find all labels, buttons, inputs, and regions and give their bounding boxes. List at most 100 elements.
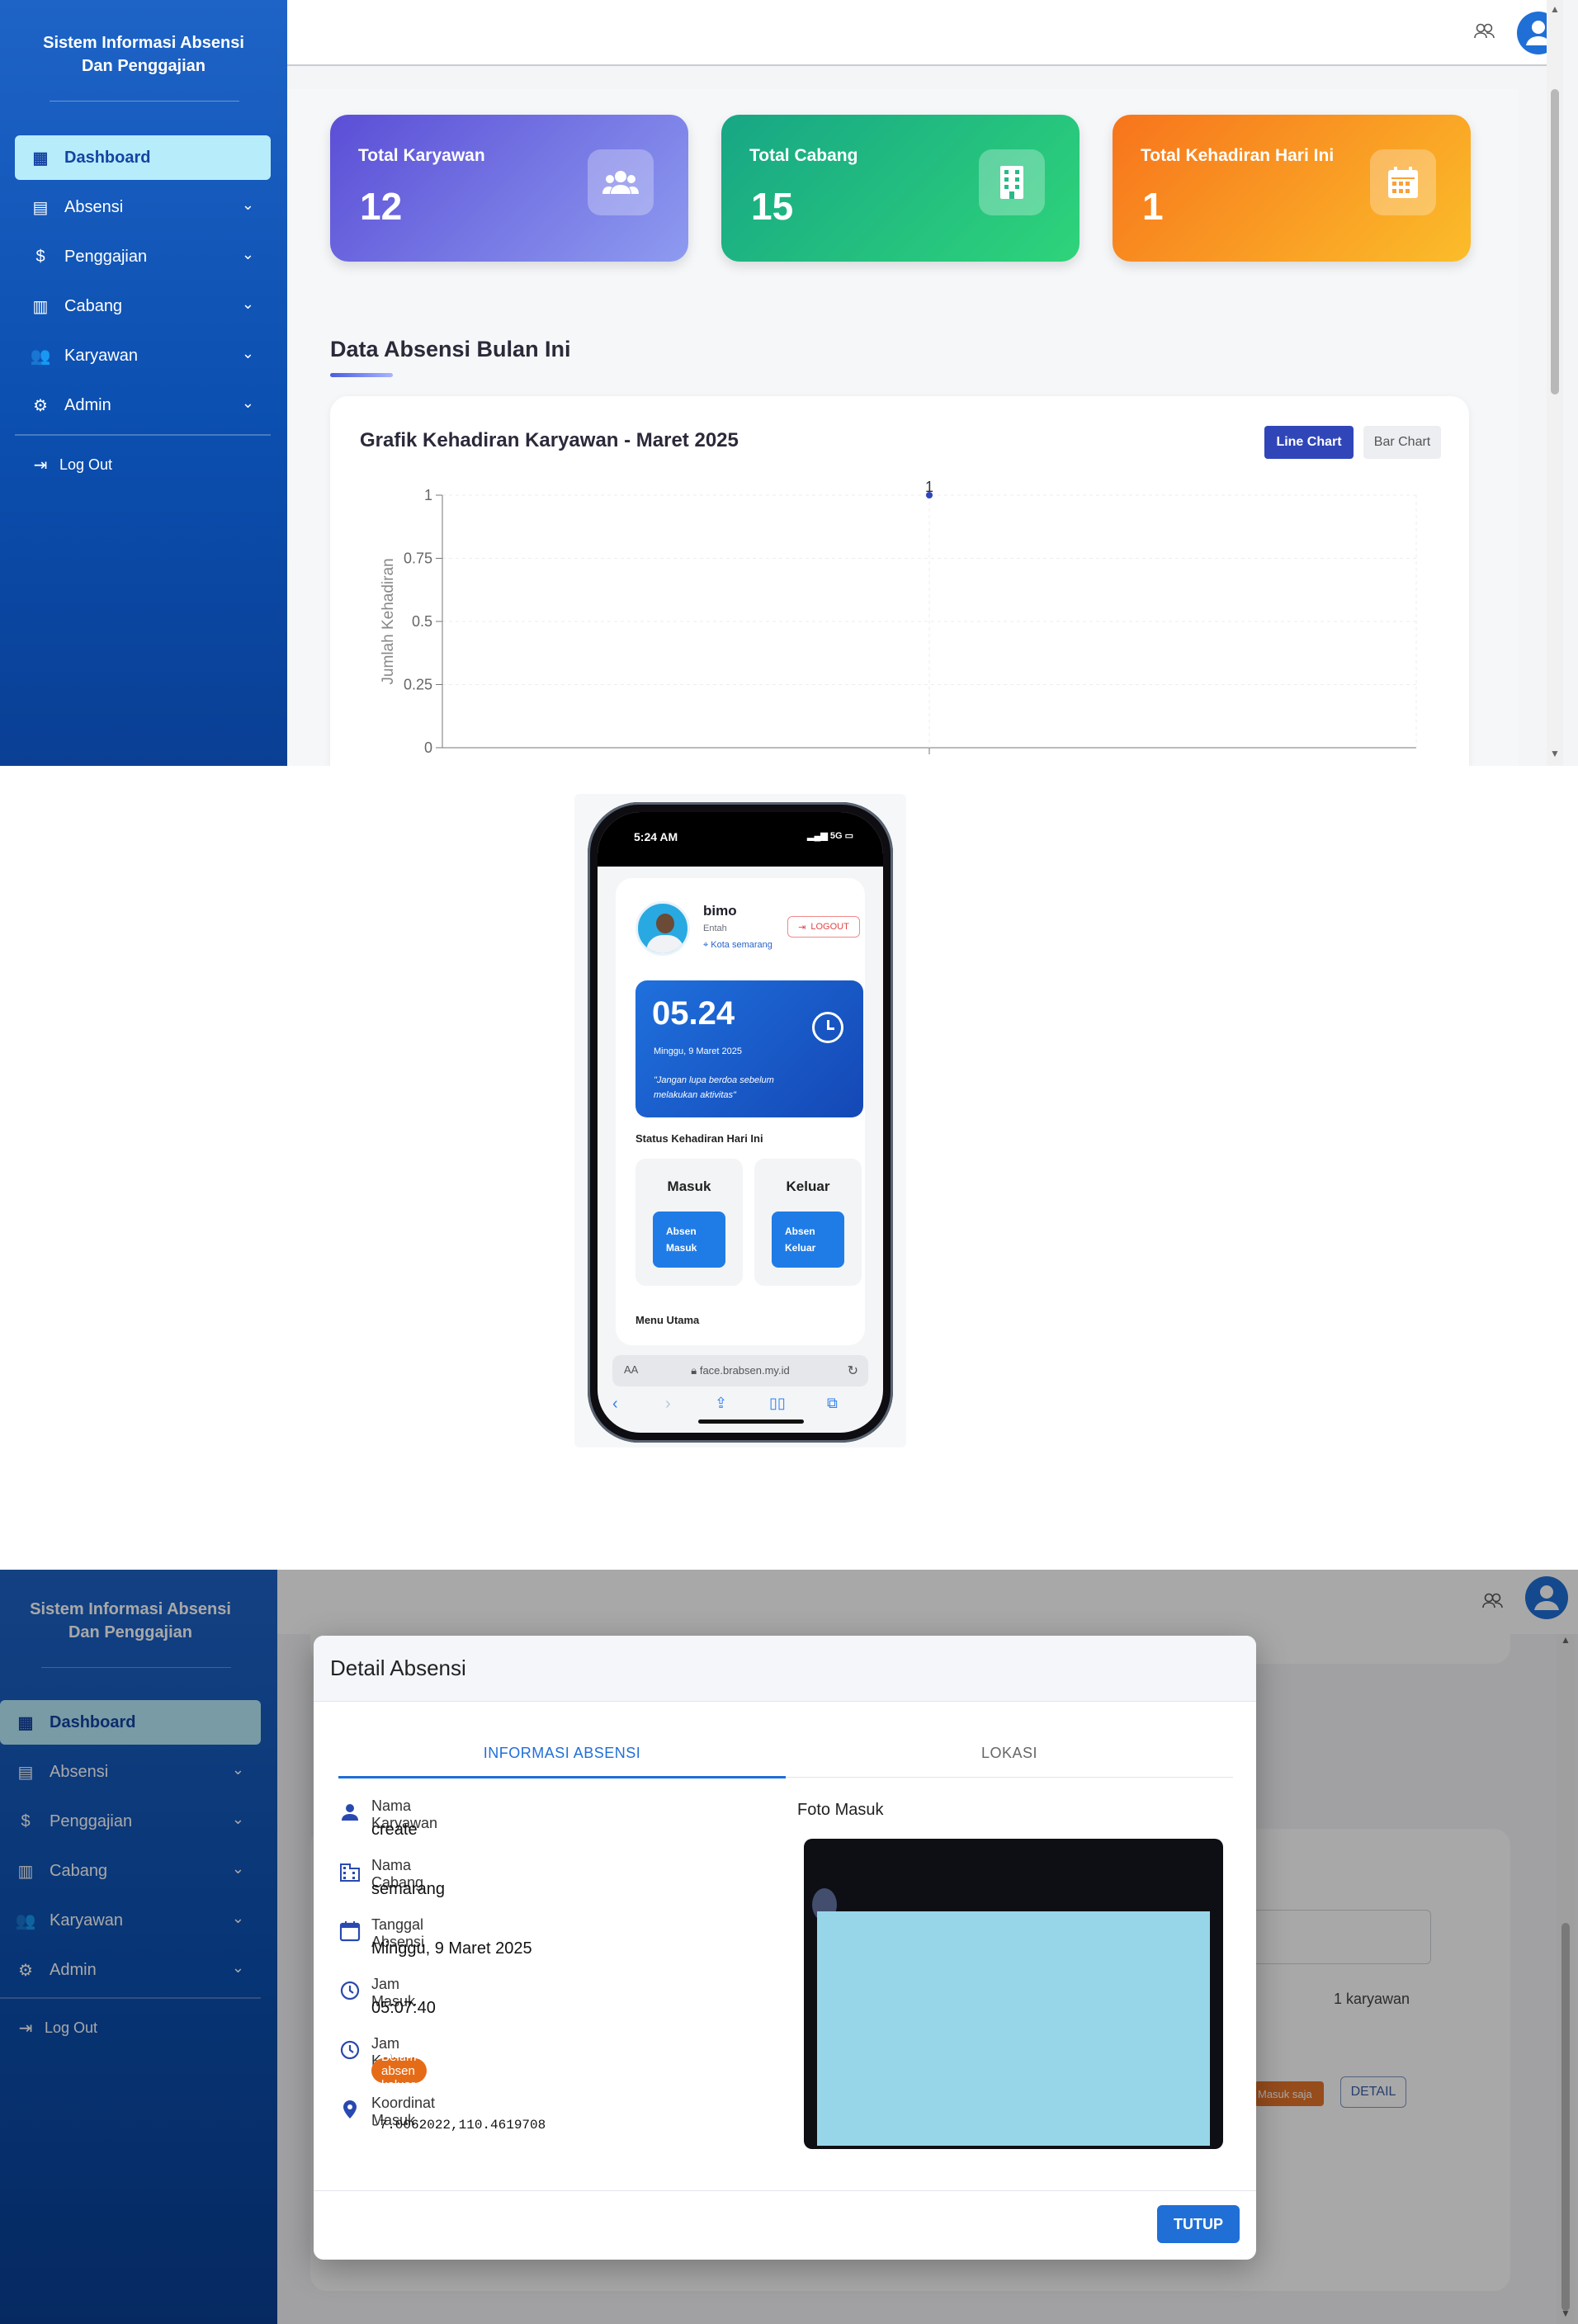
tabs-icon[interactable]: ⧉ [827, 1395, 838, 1412]
app-main-card: bimo Entah ⌖ Kota semarang ⇥ LOGOUT 05.24… [616, 878, 865, 1345]
bookmarks-icon[interactable]: ▯▯ [769, 1395, 786, 1412]
clock-quote: "Jangan lupa berdoa sebelum melakukan ak… [654, 1075, 774, 1100]
sidebar: Sistem Informasi Absensi Dan Penggajian … [0, 0, 287, 766]
info-value: semarang [371, 1880, 445, 1898]
avatar-head [656, 914, 674, 933]
avatar [635, 901, 690, 956]
phone-status-bar: 5:24 AM ▂▄▆ 5G ▭ [598, 812, 883, 867]
calendar-icon [339, 1921, 361, 1942]
sidebar-item-label: Penggajian [64, 247, 148, 266]
y-tick-label: 0.75 [404, 550, 432, 567]
dialog-header: Detail Absensi [314, 1636, 1256, 1702]
sidebar-item-label: Admin [64, 395, 111, 414]
sidebar-item-label: Dashboard [64, 148, 151, 167]
sidebar-item-penggajian[interactable]: $ Penggajian ⌄ [15, 234, 271, 279]
absen-masuk-line1: Absen [666, 1226, 697, 1237]
data-label: 1 [925, 479, 933, 495]
detail-dialog-screenshot: 1 karyawan Masuk saja DETAIL Sistem Info… [0, 1570, 1578, 2324]
sidebar-item-label: Cabang [64, 296, 123, 315]
masuk-box: Masuk Absen Masuk [635, 1159, 743, 1286]
sidebar-item-admin[interactable]: ⚙ Admin ⌄ [15, 383, 271, 427]
browser-url-bar[interactable]: AA 🔒︎ face.brabsen.my.id ↻ [612, 1355, 868, 1386]
y-tick-label: 0 [424, 739, 432, 756]
info-value: create [371, 1821, 418, 1839]
y-tick-label: 0.5 [412, 613, 432, 630]
stat-card-total-cabang: Total Cabang 15 [721, 115, 1080, 262]
reload-icon[interactable]: ↻ [848, 1363, 858, 1379]
tab-informasi-absensi[interactable]: INFORMASI ABSENSI [338, 1745, 786, 1778]
users-icon [588, 149, 654, 215]
stat-label: Total Cabang [749, 146, 858, 165]
logout-link[interactable]: ⇥ Log Out [15, 442, 271, 487]
sidebar-divider [15, 434, 271, 436]
detail-absensi-dialog: Detail Absensi INFORMASI ABSENSI LOKASI … [314, 1636, 1256, 2260]
info-value: Minggu, 9 Maret 2025 [371, 1939, 532, 1958]
section-title-underline [330, 373, 393, 377]
clock-time: 05.24 [652, 995, 735, 1032]
sidebar-divider [50, 101, 239, 102]
status-title: Status Kehadiran Hari Ini [635, 1132, 763, 1145]
building-icon: ▥ [32, 297, 49, 316]
user-location-text: Kota semarang [711, 940, 772, 950]
url-text: 🔒︎ face.brabsen.my.id [612, 1364, 868, 1377]
app-title: Sistem Informasi Absensi Dan Penggajian [17, 31, 271, 78]
page-scrollbar[interactable]: ▲ ▼ [1547, 0, 1563, 766]
sidebar-item-dashboard[interactable]: ▦ Dashboard [15, 135, 271, 180]
sidebar-item-karyawan[interactable]: 👥 Karyawan ⌄ [15, 333, 271, 378]
mobile-screenshot: 5:24 AM ▂▄▆ 5G ▭ bimo Entah ⌖ Kota semar… [574, 794, 906, 1448]
user-name: bimo [703, 903, 737, 919]
chevron-down-icon: ⌄ [241, 295, 254, 312]
sidebar-item-absensi[interactable]: ▤ Absensi ⌄ [15, 185, 271, 229]
tab-lokasi[interactable]: LOKASI [786, 1745, 1233, 1778]
scrollbar-thumb[interactable] [1551, 89, 1559, 394]
share-icon[interactable]: ⇪ [715, 1395, 727, 1412]
foto-masuk-image [804, 1839, 1223, 2149]
close-button[interactable]: TUTUP [1157, 2205, 1240, 2243]
forward-icon[interactable]: › [665, 1395, 671, 1414]
tab-active-indicator [338, 1776, 786, 1778]
menu-title: Menu Utama [635, 1314, 700, 1326]
photo-redaction [817, 1911, 1210, 2146]
masuk-label: Masuk [667, 1179, 711, 1194]
clock-icon [340, 2040, 360, 2060]
back-icon[interactable]: ‹ [612, 1395, 618, 1414]
scroll-down-icon[interactable]: ▼ [1550, 748, 1560, 759]
phone-screen: 5:24 AM ▂▄▆ 5G ▭ bimo Entah ⌖ Kota semar… [598, 812, 883, 1433]
absen-masuk-button[interactable]: Absen Masuk [653, 1212, 725, 1268]
absen-keluar-button[interactable]: Absen Keluar [772, 1212, 844, 1268]
topbar [287, 0, 1563, 66]
mobile-logout-label: LOGOUT [810, 922, 849, 932]
location-pin-icon [343, 2100, 357, 2119]
sidebar-item-label: Karyawan [64, 346, 138, 365]
status-signal: ▂▄▆ 5G ▭ [807, 831, 853, 841]
avatar-shirt [646, 935, 684, 953]
section-title: Data Absensi Bulan Ini [330, 337, 571, 361]
calendar-icon: ▤ [32, 198, 49, 217]
lock-icon: 🔒︎ [691, 1364, 697, 1377]
scroll-up-icon[interactable]: ▲ [1550, 3, 1560, 15]
dialog-footer-divider [314, 2190, 1256, 2191]
attendance-line-chart: 1 0.75 0.5 0.25 0 Jumlah Kehadiran 1 [380, 479, 1417, 756]
phone-frame: 5:24 AM ▂▄▆ 5G ▭ bimo Entah ⌖ Kota semar… [588, 802, 893, 1443]
tab-divider [786, 1777, 1233, 1778]
dashboard-screenshot: Sistem Informasi Absensi Dan Penggajian … [0, 0, 1578, 766]
absen-keluar-line1: Absen [785, 1226, 815, 1237]
chevron-down-icon: ⌄ [241, 196, 254, 213]
clock-icon [340, 1981, 360, 2000]
status-network: 5G [829, 831, 843, 841]
sidebar-item-cabang[interactable]: ▥ Cabang ⌄ [15, 284, 271, 328]
url-value: face.brabsen.my.id [699, 1364, 790, 1377]
clock-card: 05.24 Minggu, 9 Maret 2025 "Jangan lupa … [635, 980, 863, 1117]
mobile-logout-button[interactable]: ⇥ LOGOUT [787, 916, 860, 938]
status-time: 5:24 AM [634, 830, 678, 843]
people-icon: 👥 [30, 347, 51, 366]
foto-masuk-label: Foto Masuk [797, 1801, 884, 1819]
stat-card-total-kehadiran: Total Kehadiran Hari Ini 1 [1113, 115, 1471, 262]
stat-value: 12 [360, 185, 403, 228]
building-icon [979, 149, 1045, 215]
dialog-title: Detail Absensi [330, 1656, 466, 1680]
users-switch-icon[interactable] [1474, 23, 1495, 40]
keluar-label: Keluar [786, 1179, 830, 1194]
absen-keluar-line2: Keluar [785, 1242, 816, 1254]
absen-masuk-line2: Masuk [666, 1242, 697, 1254]
